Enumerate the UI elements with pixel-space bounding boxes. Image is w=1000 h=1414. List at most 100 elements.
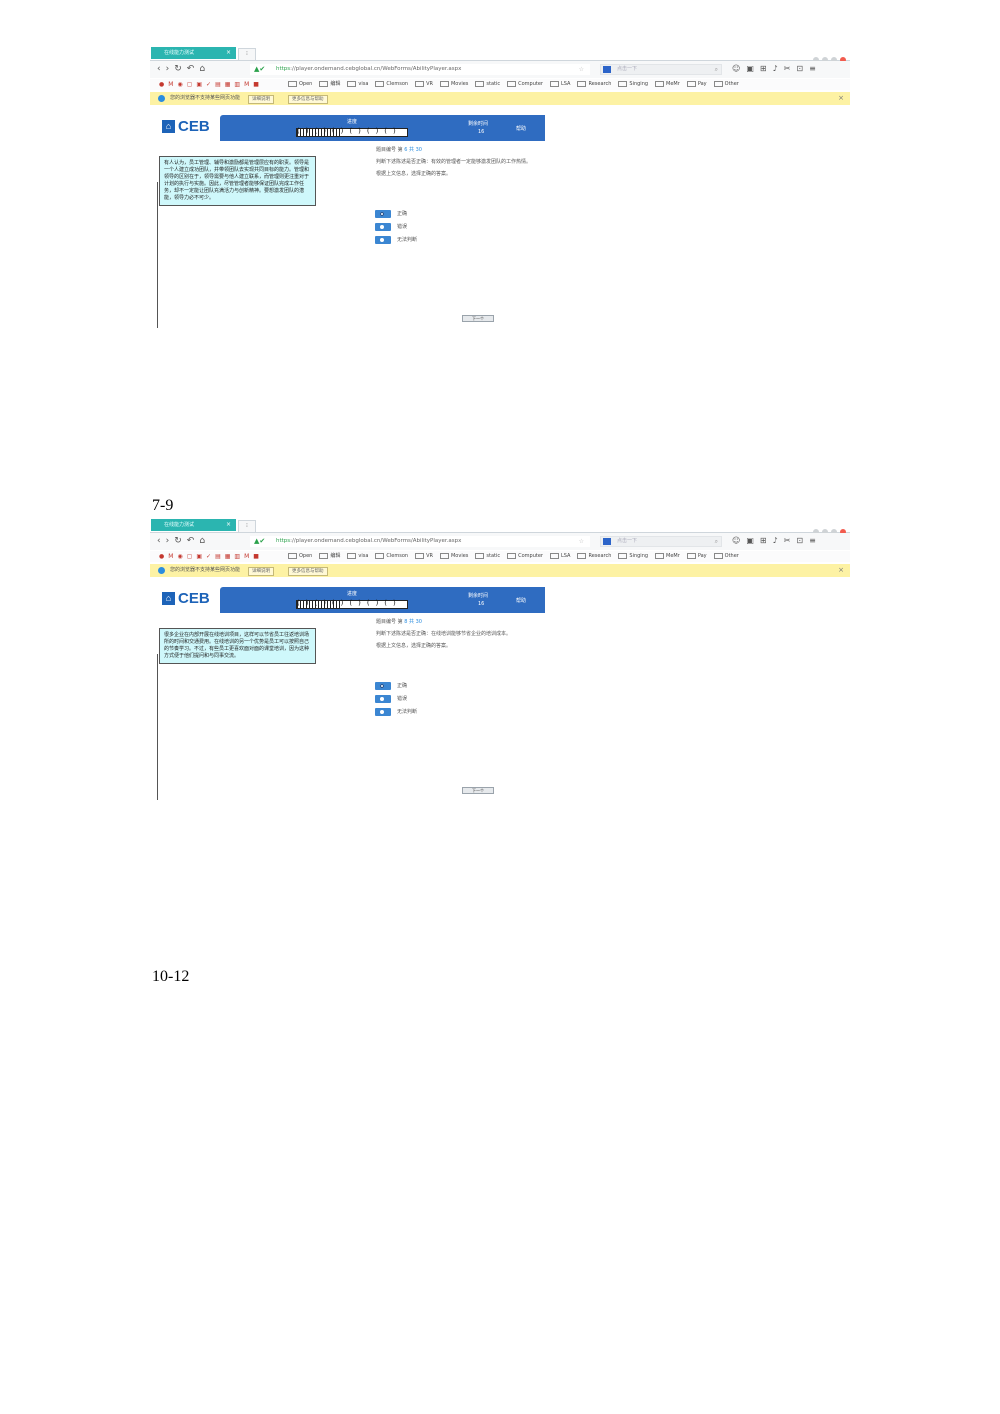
bookmark-item[interactable]: VR <box>415 79 433 90</box>
browser-tab[interactable]: 在线能力测试 × <box>151 47 236 59</box>
help-link[interactable]: 帮助 <box>516 125 526 132</box>
check-icon[interactable]: ✓ <box>206 81 215 88</box>
undo-icon[interactable]: ↶ <box>187 64 200 74</box>
bookmark-item[interactable]: 编辑 <box>319 551 340 562</box>
bookmark-item[interactable]: Pay <box>687 79 707 90</box>
translate-icon[interactable]: ⊞ <box>760 536 773 545</box>
image-icon[interactable]: ▣ <box>196 81 206 88</box>
bookmark-item[interactable]: static <box>475 79 500 90</box>
notice-help-button[interactable]: 更多信息与帮助 <box>288 95 328 104</box>
sound-icon[interactable]: ♪ <box>773 64 784 73</box>
sound-icon[interactable]: ♪ <box>773 536 784 545</box>
notice-close-icon[interactable]: × <box>838 92 844 105</box>
window-icon[interactable]: ⊡ <box>796 64 809 73</box>
translate-icon[interactable]: ⊞ <box>760 64 773 73</box>
undo-icon[interactable]: ↶ <box>187 536 200 546</box>
browser-tab[interactable]: 在线能力测试 × <box>151 519 236 531</box>
docs-icon[interactable]: ▢ <box>187 553 197 560</box>
radio-cannot-say[interactable] <box>375 235 391 244</box>
red-bookmark-icon[interactable]: ■ <box>253 81 263 88</box>
home-icon[interactable]: ⌂ <box>199 536 210 546</box>
bookmark-item[interactable]: Computer <box>507 551 543 562</box>
scissors-icon[interactable]: ✂ <box>784 536 797 545</box>
bookmark-item[interactable]: Singing <box>618 79 648 90</box>
radio-true[interactable] <box>375 681 391 690</box>
help-link[interactable]: 帮助 <box>516 597 526 604</box>
bookmark-item[interactable]: Research <box>577 79 611 90</box>
chrome-icon[interactable]: ◉ <box>177 81 186 88</box>
bookmark-item[interactable]: MeMr <box>655 551 680 562</box>
back-icon[interactable]: ‹ <box>157 64 166 74</box>
bookmark-item[interactable]: Open <box>288 79 312 90</box>
tab-close-icon[interactable]: × <box>226 47 231 59</box>
drive-icon[interactable]: ▥ <box>234 81 244 88</box>
mail-icon[interactable]: M <box>244 81 253 88</box>
search-engine-icon[interactable] <box>603 538 611 545</box>
bookmark-item[interactable]: MeMr <box>655 79 680 90</box>
menu-icon[interactable]: ≡ <box>809 536 822 545</box>
bookmark-item[interactable]: Pay <box>687 551 707 562</box>
search-box[interactable]: 点击一下 ⌕ <box>600 64 722 75</box>
bookmark-item[interactable]: VR <box>415 551 433 562</box>
next-button[interactable]: 下一个 <box>462 787 494 794</box>
option-false[interactable]: 错误 <box>375 692 417 705</box>
tab-close-icon[interactable]: × <box>226 519 231 531</box>
bookmark-item[interactable]: Computer <box>507 79 543 90</box>
bookmark-item[interactable]: Movies <box>440 79 468 90</box>
bookmark-star-icon[interactable]: ☆ <box>579 64 584 75</box>
weibo-icon[interactable]: ● <box>159 81 168 88</box>
bookmark-item[interactable]: static <box>475 551 500 562</box>
option-false[interactable]: 错误 <box>375 220 417 233</box>
option-true[interactable]: 正确 <box>375 207 417 220</box>
bookmark-item[interactable]: 编辑 <box>319 79 340 90</box>
address-bar[interactable]: ▲✔ https://player.ondemand.cebglobal.cn/… <box>250 536 590 547</box>
bookmark-item[interactable]: Clemson <box>375 79 408 90</box>
radio-true[interactable] <box>375 209 391 218</box>
home-icon[interactable]: ⌂ <box>199 64 210 74</box>
radio-cannot-say[interactable] <box>375 707 391 716</box>
bookmark-item[interactable]: visa <box>347 551 368 562</box>
search-icon[interactable]: ⌕ <box>715 65 718 74</box>
window-icon[interactable]: ⊡ <box>796 536 809 545</box>
bookmark-item[interactable]: Singing <box>618 551 648 562</box>
bookmark-star-icon[interactable]: ☆ <box>579 536 584 547</box>
new-tab-button[interactable]: ⁝ <box>238 520 256 532</box>
notice-details-button[interactable]: 详细说明 <box>248 567 274 576</box>
note-icon[interactable]: ▤ <box>215 81 225 88</box>
refresh-icon[interactable]: ↻ <box>174 64 187 74</box>
red-bookmark-icon[interactable]: ■ <box>253 553 263 560</box>
address-bar[interactable]: ▲✔ https://player.ondemand.cebglobal.cn/… <box>250 64 590 75</box>
bookmark-item[interactable]: Clemson <box>375 551 408 562</box>
bookmark-item[interactable]: Movies <box>440 551 468 562</box>
search-icon[interactable]: ⌕ <box>715 537 718 546</box>
notice-close-icon[interactable]: × <box>838 564 844 577</box>
sheets-icon[interactable]: ▦ <box>225 81 235 88</box>
pdf-icon[interactable]: ▣ <box>746 536 760 545</box>
back-icon[interactable]: ‹ <box>157 536 166 546</box>
search-engine-icon[interactable] <box>603 66 611 73</box>
bookmark-item[interactable]: Open <box>288 551 312 562</box>
next-button[interactable]: 下一个 <box>462 315 494 322</box>
bookmark-item[interactable]: LSA <box>550 551 570 562</box>
notice-help-button[interactable]: 更多信息与帮助 <box>288 567 328 576</box>
bookmark-item[interactable]: LSA <box>550 79 570 90</box>
refresh-icon[interactable]: ↻ <box>174 536 187 546</box>
forward-icon[interactable]: › <box>166 536 175 546</box>
radio-false[interactable] <box>375 222 391 231</box>
emoji-icon[interactable]: ☺ <box>732 536 746 545</box>
emoji-icon[interactable]: ☺ <box>732 64 746 73</box>
docs-icon[interactable]: ▢ <box>187 81 197 88</box>
weibo-icon[interactable]: ● <box>159 553 168 560</box>
image-icon[interactable]: ▣ <box>196 553 206 560</box>
bookmark-item[interactable]: Other <box>714 551 739 562</box>
option-cannot-say[interactable]: 无法判断 <box>375 233 417 246</box>
sheets-icon[interactable]: ▦ <box>225 553 235 560</box>
menu-icon[interactable]: ≡ <box>809 64 822 73</box>
pdf-icon[interactable]: ▣ <box>746 64 760 73</box>
search-box[interactable]: 点击一下 ⌕ <box>600 536 722 547</box>
bookmark-item[interactable]: Research <box>577 551 611 562</box>
option-true[interactable]: 正确 <box>375 679 417 692</box>
mail-icon[interactable]: M <box>244 553 253 560</box>
forward-icon[interactable]: › <box>166 64 175 74</box>
new-tab-button[interactable]: ⁝ <box>238 48 256 60</box>
